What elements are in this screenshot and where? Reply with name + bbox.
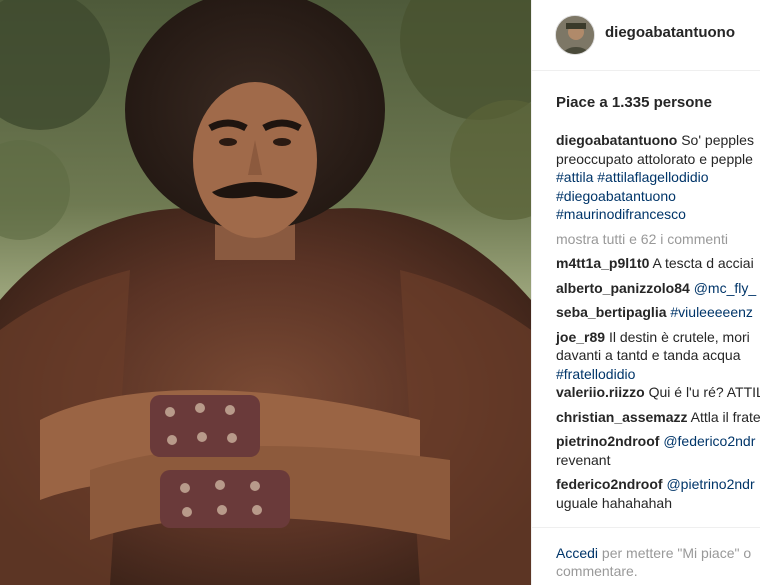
comment-hashtag[interactable]: #viuleeeeenz [670, 304, 753, 320]
post-header: diegoabatantuono [532, 0, 760, 71]
comment-username[interactable]: joe_r89 [556, 329, 605, 345]
caption-hashtags[interactable]: #attila #attilaflagellodidio [556, 168, 760, 187]
login-prompt-text-line2: commentare. [556, 563, 638, 579]
comment-username[interactable]: valeriio.riizzo [556, 384, 645, 400]
post-image [0, 0, 531, 585]
comment-mention[interactable]: @mc_fly_ [694, 280, 756, 296]
comment-mention[interactable]: @pietrino2ndr [666, 476, 754, 492]
comment-username[interactable]: federico2ndroof [556, 476, 663, 492]
comment-username[interactable]: christian_assemazz [556, 409, 688, 425]
avatar-image [556, 16, 594, 54]
comment-item: federico2ndroof @pietrino2ndr uguale hah… [556, 475, 760, 512]
comment-item: joe_r89 Il destin è crutele, mori davant… [556, 328, 760, 384]
comment-item: m4tt1a_p9l1t0 A tescta d acciai [556, 254, 760, 273]
caption-username[interactable]: diegoabatantuono [556, 132, 677, 148]
comment-text-line2: davanti a tantd e tanda acqua [556, 347, 741, 363]
comment-text: Qui é l'u ré? ATTIL [648, 384, 760, 400]
login-prompt: Accedi per mettere "Mi piace" o commenta… [556, 544, 760, 580]
login-prompt-bar: Accedi per mettere "Mi piace" o commenta… [532, 527, 760, 585]
comment-username[interactable]: seba_bertipaglia [556, 304, 667, 320]
caption-hashtag-maurinodifrancesco[interactable]: #maurinodifrancesco [556, 205, 760, 224]
comment-item: valeriio.riizzo Qui é l'u ré? ATTIL [556, 383, 760, 402]
login-prompt-text: per mettere "Mi piace" o [598, 545, 752, 561]
comment-username[interactable]: m4tt1a_p9l1t0 [556, 255, 649, 271]
comment-mention[interactable]: @federico2ndr [663, 433, 755, 449]
post-sidebar: diegoabatantuono Piace a 1.335 persone d… [531, 0, 760, 585]
comment-item: seba_bertipaglia #viuleeeeenz [556, 303, 760, 322]
likes-count[interactable]: Piace a 1.335 persone [556, 94, 712, 111]
comments-list: diegoabatantuono So' pepples preoccupato… [556, 131, 760, 512]
view-all-comments-link[interactable]: mostra tutti e 62 i commenti [556, 230, 760, 249]
comment-text-line2: uguale hahahahah [556, 494, 673, 511]
comment-text: A tescta d acciai [652, 255, 754, 271]
caption: diegoabatantuono So' pepples preoccupato… [556, 131, 760, 224]
caption-hashtag-diegoabatantuono[interactable]: #diegoabatantuono [556, 187, 760, 206]
comment-text: Attla il frate [690, 408, 760, 425]
post-photo[interactable] [0, 0, 531, 585]
caption-text: So' pepples [681, 132, 754, 148]
comment-hashtag[interactable]: #fratellodidio [556, 365, 760, 384]
login-link[interactable]: Accedi [556, 545, 598, 561]
header-username-link[interactable]: diegoabatantuono [605, 24, 735, 41]
profile-avatar[interactable] [555, 15, 595, 55]
caption-text-line2: preoccupato attolorato e pepple [556, 150, 753, 167]
comment-username[interactable]: alberto_panizzolo84 [556, 280, 690, 296]
comment-username[interactable]: pietrino2ndroof [556, 433, 659, 449]
comment-text-line2: revenant [556, 451, 611, 468]
comment-item: christian_assemazz Attla il frate [556, 408, 760, 427]
comment-item: alberto_panizzolo84 @mc_fly_ [556, 279, 760, 298]
comment-text: Il destin è crutele, mori [608, 328, 750, 345]
comment-item: pietrino2ndroof @federico2ndr revenant [556, 432, 760, 469]
